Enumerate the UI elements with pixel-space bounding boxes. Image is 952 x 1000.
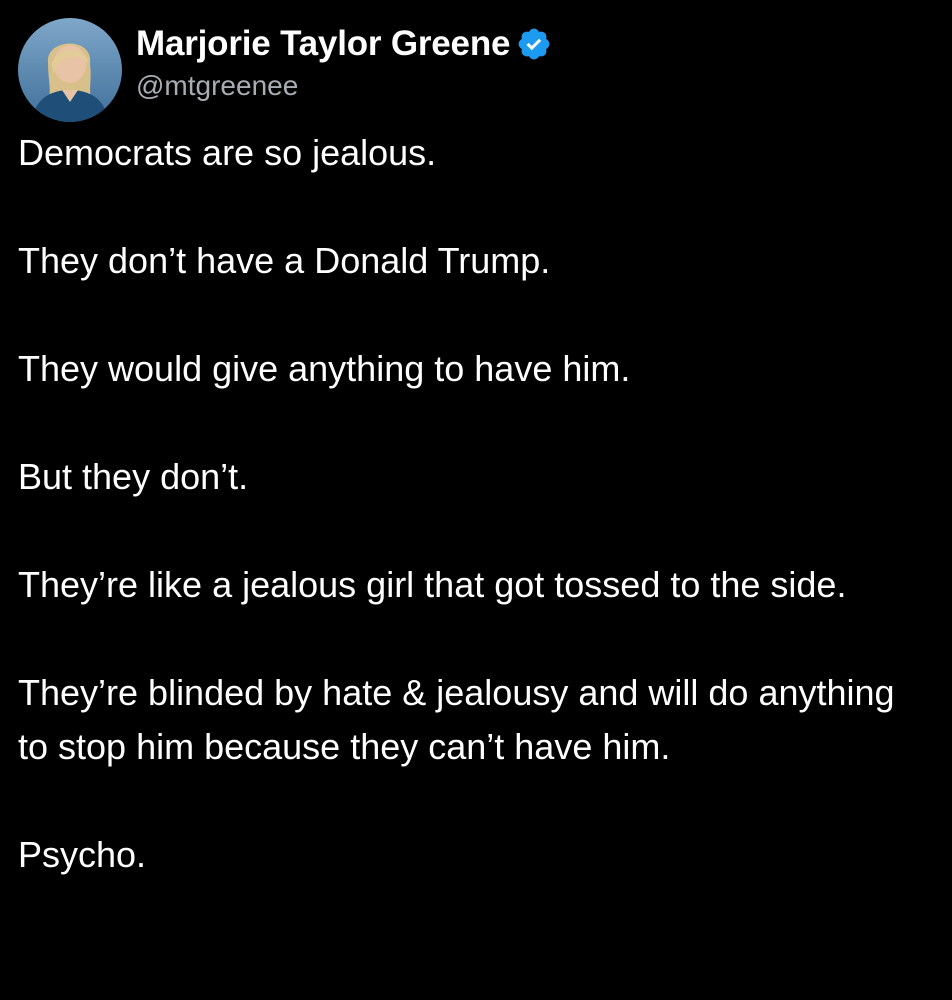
- tweet: Marjorie Taylor Greene @mtgreenee Democr…: [0, 0, 952, 1000]
- tweet-paragraph: They would give anything to have him.: [18, 348, 631, 389]
- display-name[interactable]: Marjorie Taylor Greene: [136, 24, 510, 64]
- avatar[interactable]: [18, 18, 122, 122]
- author-names: Marjorie Taylor Greene @mtgreenee: [136, 18, 552, 102]
- tweet-paragraph: Psycho.: [18, 834, 147, 875]
- tweet-paragraph: They’re like a jealous girl that got tos…: [18, 564, 847, 605]
- tweet-header: Marjorie Taylor Greene @mtgreenee: [18, 18, 552, 128]
- tweet-paragraph: They don’t have a Donald Trump.: [18, 240, 551, 281]
- handle[interactable]: @mtgreenee: [136, 70, 552, 102]
- tweet-paragraph: But they don’t.: [18, 456, 249, 497]
- tweet-text: Democrats are so jealous. They don’t hav…: [18, 126, 928, 882]
- tweet-paragraph: Democrats are so jealous.: [18, 132, 437, 173]
- name-row: Marjorie Taylor Greene: [136, 22, 552, 66]
- profile-photo: [18, 18, 122, 122]
- tweet-paragraph: They’re blinded by hate & jealousy and w…: [18, 672, 905, 767]
- verified-badge-icon: [516, 26, 552, 62]
